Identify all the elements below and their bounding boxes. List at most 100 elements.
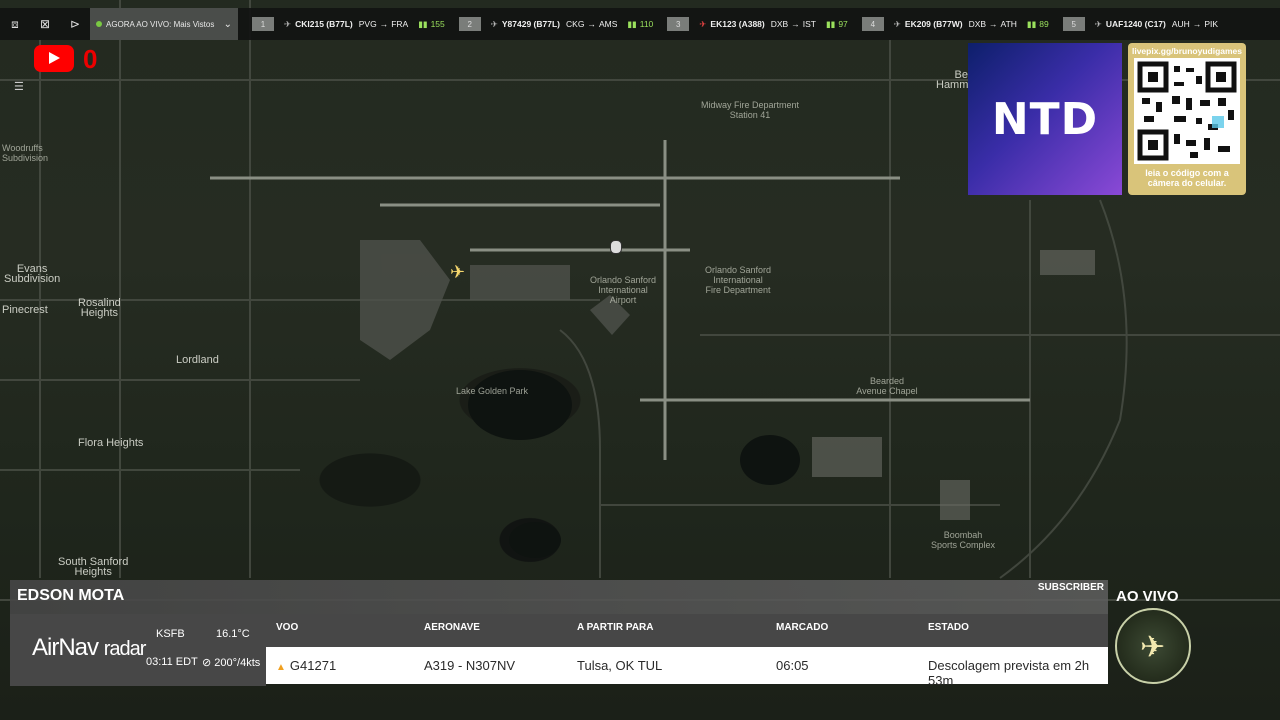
subscriber-name-bar: EDSON MOTA SUBSCRIBER: [10, 580, 1108, 614]
flight-from: DXB: [968, 19, 987, 29]
map-label-south-sanford: South Sanford Heights: [58, 556, 129, 578]
flight-callsign: UAF1240 (C17): [1105, 19, 1166, 29]
list-icon[interactable]: ☰: [14, 80, 30, 94]
airport-code: KSFB: [156, 628, 185, 640]
top-bar: ⧈ ⊠ ⊳ AGORA AO VIVO: Mais Vistos ⌄ 1 ✈ CKI…: [0, 8, 1280, 40]
airplane-badge-icon: ✈: [1140, 631, 1166, 664]
youtube-count: 0: [83, 44, 98, 74]
flight-table-header: VOO AERONAVE A PARTIR PARA MARCADO ESTAD…: [266, 614, 1108, 647]
map-label-boombah: Boombah Sports Complex: [930, 530, 996, 550]
flight-index: 4: [861, 17, 884, 31]
map-label-evans: Evans Subdivision: [4, 263, 61, 285]
flight-item[interactable]: 5 ✈ UAF1240 (C17) AUH → PIK: [1062, 8, 1218, 40]
signal-icon: ▮▮: [1026, 18, 1037, 29]
header-scheduled: MARCADO: [776, 622, 829, 633]
map-label-rosalind: Rosalind Heights: [78, 297, 121, 319]
cell-route: Tulsa, OK TUL: [577, 658, 663, 673]
temperature: 16.1°C: [216, 628, 250, 640]
channel-badge-icon: ✈: [1115, 608, 1191, 684]
flight-list: 1 ✈ CKI215 (B77L) PVG → FRA ▮▮ 155 2 ✈ Y87429 (B77…: [238, 8, 1218, 40]
subscriber-name: EDSON MOTA: [17, 587, 125, 604]
map-label-fire-dept: Orlando Sanford International Fire Departm…: [704, 265, 772, 295]
flight-to: FRA: [391, 19, 409, 29]
signal-icon: ▮▮: [418, 18, 428, 29]
qr-caption: leia o código com a câmera do celular.: [1128, 168, 1246, 188]
plane-icon: ✈: [490, 18, 498, 29]
header-flight: VOO: [276, 622, 299, 633]
flight-index: 1: [252, 17, 274, 31]
airnav-logo: AirNav radar: [32, 634, 147, 662]
airnav-box: AirNav radar KSFB 16.1°C 03:11 EDT ⊘ 200…: [10, 614, 266, 686]
qr-code-icon: [1134, 58, 1240, 164]
youtube-icon[interactable]: [34, 45, 74, 72]
flight-to: ATH: [1000, 19, 1017, 29]
flight-from: DXB: [770, 19, 789, 29]
live-select-dropdown[interactable]: AGORA AO VIVO: Mais Vistos ⌄: [90, 8, 238, 40]
subscriber-label: SUBSCRIBER: [1037, 582, 1104, 593]
plane-icon: ✈: [1094, 18, 1102, 29]
signal-icon: ▮▮: [627, 18, 637, 29]
flight-table-row[interactable]: ▲ G41271 A319 - N307NV Tulsa, OK TUL 06:0…: [266, 647, 1108, 688]
flight-to: AMS: [598, 19, 618, 29]
flight-info-panel: EDSON MOTA SUBSCRIBER AirNav radar KSFB …: [0, 578, 1280, 720]
flight-item[interactable]: 3 ✈ EK123 (A388) DXB → IST ▮▮ 97: [667, 8, 848, 40]
flight-index: 5: [1062, 17, 1085, 31]
flight-callsign: Y87429 (B77L): [501, 19, 561, 29]
airnav-brand-suffix: radar: [103, 638, 147, 660]
header-aircraft: AERONAVE: [424, 622, 480, 633]
signal-icon: ▮▮: [825, 18, 836, 29]
arrow-right-icon: →: [989, 19, 998, 29]
local-time: 03:11 EDT: [146, 656, 198, 668]
sidebar-toggle-icon[interactable]: ⧈: [0, 8, 30, 40]
ntd-logo-text: NTD: [991, 93, 1099, 145]
plane-icon: ✈: [699, 18, 707, 29]
live-select-label: AGORA AO VIVO: Mais Vistos: [106, 19, 215, 29]
arrow-right-icon: →: [587, 19, 596, 29]
arrow-right-icon: →: [1192, 19, 1202, 29]
map-label-woodruffs: Woodruffs Subdivision: [2, 143, 49, 163]
arrow-right-icon: →: [791, 19, 800, 29]
live-label: AO VIVO: [1116, 588, 1179, 605]
qr-url: livepix.gg/brunoyudigames: [1131, 46, 1243, 56]
map-label-hamm: Be Hamm: [936, 69, 969, 91]
cell-flight-value: G41271: [289, 658, 337, 673]
flight-signal: 89: [1039, 19, 1049, 29]
map-label-bearded: Bearded Avenue Chapel: [856, 376, 918, 396]
wind-icon: ⊘: [202, 657, 212, 669]
ntd-logo: NTD: [968, 43, 1122, 195]
live-dot-icon: [96, 21, 102, 27]
qr-caption-line-1: leia o código com a: [1145, 168, 1229, 178]
map-label-midway: Midway Fire Department Station 41: [700, 100, 800, 120]
plane-icon: ✈: [284, 18, 292, 29]
header-status: ESTADO: [928, 622, 969, 633]
map-label-lordland: Lordland: [176, 354, 219, 366]
location-pin-icon[interactable]: [610, 240, 622, 254]
qr-caption-line-2: câmera do celular.: [1147, 178, 1227, 188]
flight-index: 3: [667, 17, 690, 31]
aircraft-icon[interactable]: ✈: [450, 262, 465, 283]
map-label-flora: Flora Heights: [78, 437, 144, 449]
next-icon[interactable]: ⊳: [60, 8, 90, 40]
flight-from: AUH: [1171, 19, 1190, 29]
map-label-airport: Orlando Sanford International Airport: [589, 275, 657, 305]
cell-scheduled: 06:05: [776, 658, 809, 673]
flight-item[interactable]: 2 ✈ Y87429 (B77L) CKG → AMS ▮▮ 110: [458, 8, 653, 40]
map-label-lake: Lake Golden Park: [455, 386, 529, 396]
cell-status: Descolagem prevista em 2h 53m: [928, 658, 1090, 688]
flight-item[interactable]: 1 ✈ CKI215 (B77L) PVG → FRA ▮▮ 155: [252, 8, 445, 40]
flight-from: PVG: [358, 19, 377, 29]
plane-icon: ✈: [893, 18, 901, 29]
flight-callsign: CKI215 (B77L): [295, 19, 353, 29]
wind: ⊘ 200°/4kts: [202, 656, 260, 669]
map-label-pinecrest: Pinecrest: [2, 304, 48, 316]
flight-signal: 155: [430, 19, 445, 29]
flight-signal: 97: [838, 19, 848, 29]
flight-callsign: EK209 (B77W): [904, 19, 963, 29]
flight-index: 2: [458, 17, 481, 31]
close-panel-icon[interactable]: ⊠: [30, 8, 60, 40]
cell-flight: ▲ G41271: [276, 658, 336, 673]
flight-item[interactable]: 4 ✈ EK209 (B77W) DXB → ATH ▮▮ 89: [861, 8, 1049, 40]
chevron-down-icon: ⌄: [223, 18, 232, 30]
arrow-right-icon: →: [379, 19, 389, 29]
flight-callsign: EK123 (A388): [710, 19, 765, 29]
